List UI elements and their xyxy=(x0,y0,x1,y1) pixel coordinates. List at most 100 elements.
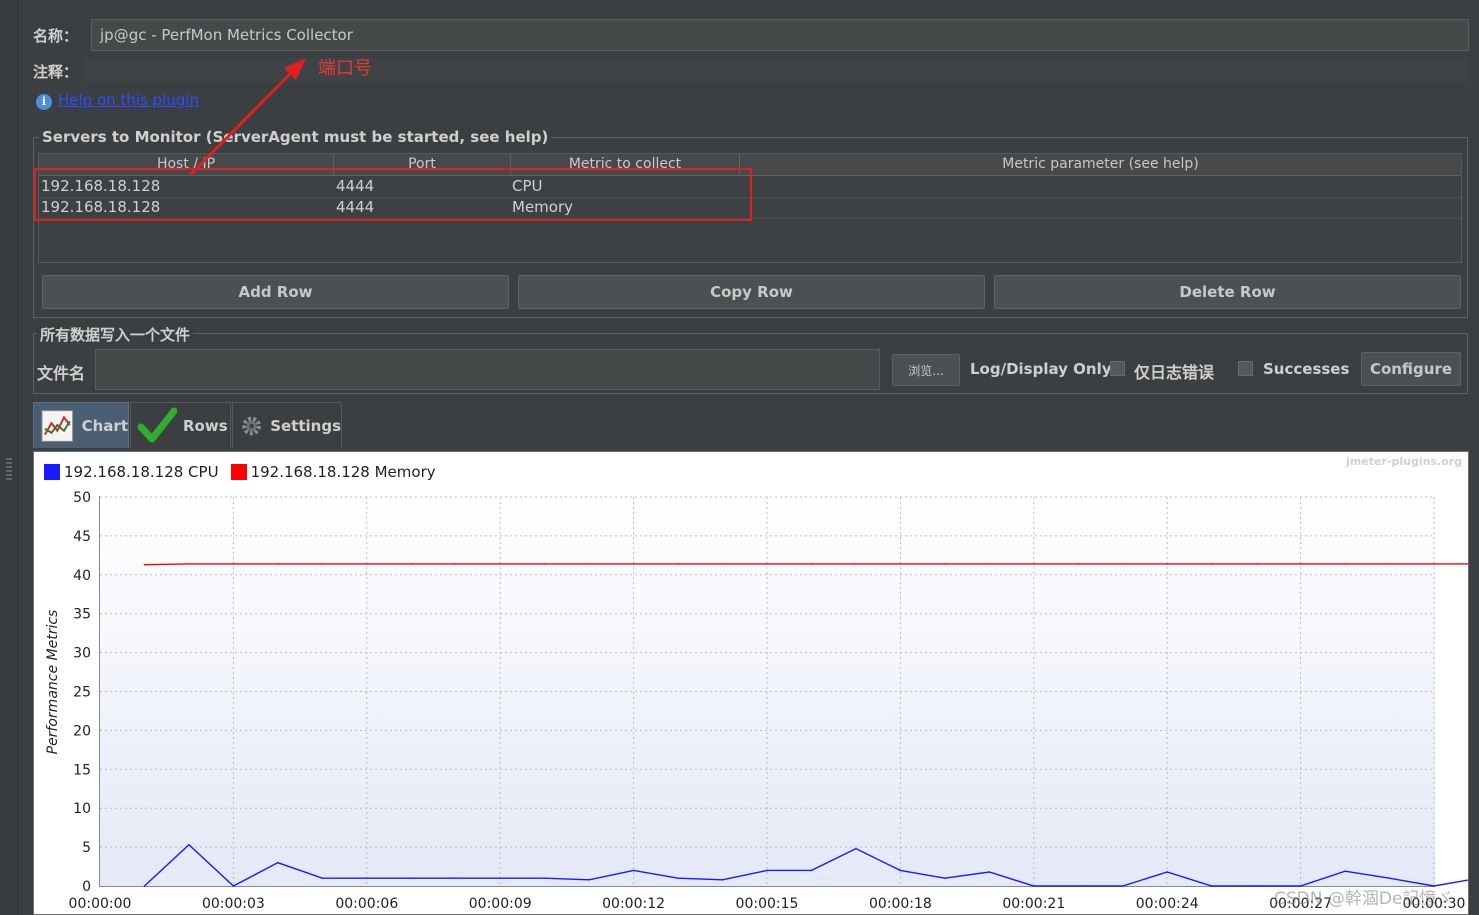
tab-rows[interactable]: Rows xyxy=(130,402,231,448)
memory-data-point xyxy=(366,563,368,565)
errors-only-checkbox[interactable] xyxy=(1110,361,1125,376)
cpu-data-point xyxy=(1121,885,1124,887)
file-group-title: 所有数据写入一个文件 xyxy=(37,324,194,345)
successes-label: Successes xyxy=(1263,360,1350,378)
memory-data-point xyxy=(1255,563,1257,565)
cpu-data-point xyxy=(366,877,368,880)
cpu-data-point xyxy=(499,877,502,880)
cpu-data-point xyxy=(1344,870,1346,873)
filename-input[interactable] xyxy=(95,349,880,390)
memory-data-point xyxy=(632,563,635,565)
cpu-data-point xyxy=(1210,885,1213,887)
tab-chart-label: Chart xyxy=(81,416,128,435)
copy-row-button[interactable]: Copy Row xyxy=(518,275,985,309)
tab-settings[interactable]: Settings xyxy=(232,402,342,448)
window-title-fragment xyxy=(30,0,630,2)
cpu-data-point xyxy=(543,877,546,880)
memory-data-point xyxy=(543,563,546,565)
cpu-data-point xyxy=(899,869,902,872)
y-tick-label: 15 xyxy=(73,762,91,778)
cpu-data-point xyxy=(988,871,991,873)
cpu-data-point xyxy=(588,878,590,881)
errors-only-label: 仅日志错误 xyxy=(1134,363,1215,382)
cpu-data-point xyxy=(677,877,679,880)
tab-chart[interactable]: Chart xyxy=(33,402,129,448)
memory-series-line xyxy=(144,563,1468,566)
annotation-arrow-icon xyxy=(188,58,306,177)
x-tick-label: 00:00:15 xyxy=(736,896,799,912)
memory-data-point xyxy=(232,563,235,565)
x-tick-label: 00:00:09 xyxy=(469,896,532,912)
memory-data-point xyxy=(1344,563,1346,565)
cpu-data-point xyxy=(1077,885,1080,887)
chart-icon xyxy=(41,409,74,442)
x-tick-label: 00:00:12 xyxy=(602,896,665,912)
cpu-data-point xyxy=(810,869,813,872)
cpu-data-point xyxy=(632,869,635,872)
cpu-data-point xyxy=(1255,885,1257,887)
y-tick-label: 45 xyxy=(73,529,91,545)
cpu-data-point xyxy=(410,877,413,880)
csdn-watermark: CSDN @幹涸De記憶ゞ xyxy=(1274,889,1454,909)
cpu-series-line xyxy=(143,843,1468,887)
chart-svg: 0 5 10 15 20 25 30 35 40 45 50 00:00:00 00:00:03 00:0… xyxy=(69,490,1468,912)
memory-data-point xyxy=(810,563,813,565)
memory-data-point xyxy=(588,563,590,565)
cpu-data-point xyxy=(766,869,768,872)
cpu-data-point xyxy=(188,843,190,846)
browse-button[interactable]: 浏览... xyxy=(892,354,960,386)
x-tick-label: 00:00:03 xyxy=(202,896,265,912)
name-label: 名称： xyxy=(33,27,79,45)
cpu-data-point xyxy=(1166,871,1168,873)
memory-data-point xyxy=(1299,563,1302,565)
add-row-button[interactable]: Add Row xyxy=(42,275,509,309)
memory-data-point xyxy=(766,563,768,565)
memory-data-point xyxy=(1210,563,1213,565)
memory-data-point xyxy=(677,563,679,565)
y-tick-label: 10 xyxy=(73,801,91,817)
x-tick-label: 00:00:21 xyxy=(1002,896,1065,912)
name-field-value: jp@gc - PerfMon Metrics Collector xyxy=(100,26,353,44)
x-tick-label: 00:00:18 xyxy=(869,896,932,912)
cpu-data-point xyxy=(855,847,857,850)
delete-row-button[interactable]: Delete Row xyxy=(994,275,1461,309)
cpu-data-point xyxy=(277,861,279,864)
memory-data-point xyxy=(1033,563,1035,565)
help-link[interactable]: Help on this plugin xyxy=(58,91,199,109)
cpu-data-point xyxy=(721,878,724,881)
cpu-data-point xyxy=(454,877,457,880)
cpu-data-point xyxy=(944,877,946,880)
memory-data-point xyxy=(899,563,902,565)
checkmark-icon xyxy=(137,407,177,442)
highlight-box xyxy=(34,168,752,221)
y-tick-label: 0 xyxy=(82,879,91,895)
gear-icon xyxy=(242,416,262,435)
column-header-param[interactable]: Metric parameter (see help) xyxy=(740,154,1461,175)
log-display-label: Log/Display Only: xyxy=(970,360,1118,378)
memory-data-point xyxy=(277,563,279,565)
cpu-data-point xyxy=(232,885,235,887)
x-tick-label: 00:00:00 xyxy=(69,896,132,912)
y-tick-label: 5 xyxy=(82,840,91,856)
tab-settings-label: Settings xyxy=(270,416,341,435)
comment-label: 注释： xyxy=(33,63,79,81)
memory-data-point xyxy=(855,563,857,565)
memory-data-point xyxy=(499,563,502,565)
memory-data-point xyxy=(1388,563,1391,565)
splitter-grip-icon xyxy=(6,458,12,480)
y-tick-label: 50 xyxy=(73,490,91,506)
filename-label: 文件名 xyxy=(37,364,86,383)
memory-data-point xyxy=(988,563,991,565)
cpu-data-point xyxy=(143,885,146,887)
name-field[interactable]: jp@gc - PerfMon Metrics Collector xyxy=(91,19,1469,51)
cpu-data-point xyxy=(1033,885,1035,887)
configure-button[interactable]: Configure xyxy=(1361,352,1461,386)
memory-data-point xyxy=(1433,563,1435,565)
successes-checkbox[interactable] xyxy=(1238,361,1253,376)
cpu-data-point xyxy=(1388,877,1391,880)
info-icon: i xyxy=(36,94,52,110)
memory-data-point xyxy=(1121,563,1124,565)
tab-rows-label: Rows xyxy=(183,416,228,435)
memory-data-point xyxy=(410,563,413,565)
y-tick-label: 30 xyxy=(73,646,91,662)
